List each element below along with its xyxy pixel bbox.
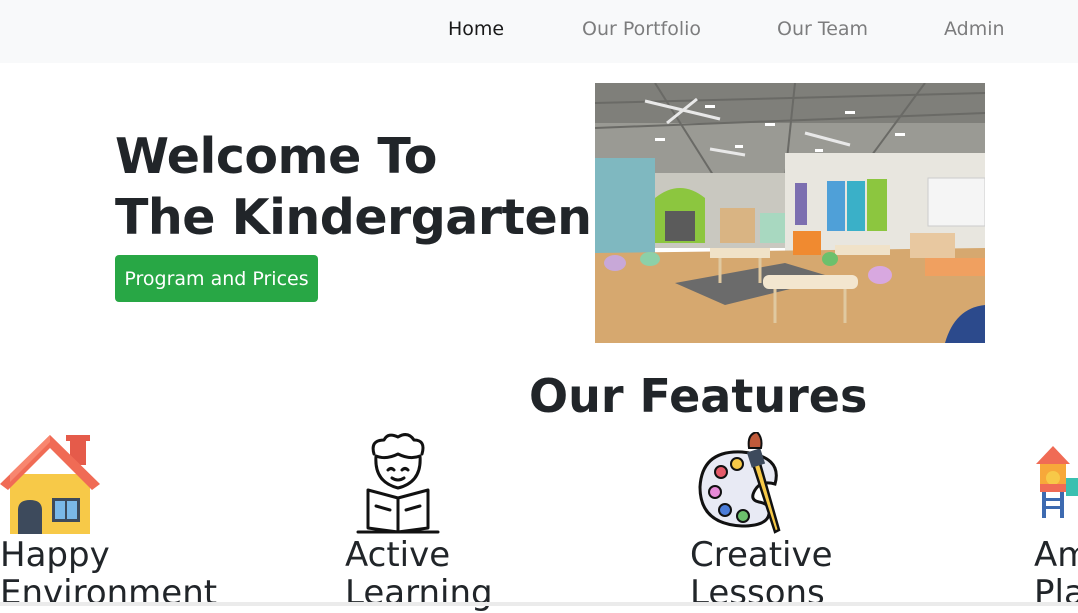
paint-palette-icon	[698, 432, 781, 534]
horizontal-scrollbar[interactable]	[0, 602, 1078, 606]
nav-home-link[interactable]: Home	[448, 17, 504, 41]
reading-child-icon	[356, 433, 440, 534]
feature-label-line-2: Lessons	[690, 573, 825, 613]
feature-label-line-2: Environment	[0, 573, 218, 613]
hero-title-line-1: Welcome To	[115, 128, 437, 185]
feature-happy-environment: Happy Environment	[0, 432, 217, 612]
nav-team-link[interactable]: Our Team	[777, 17, 868, 41]
nav-admin-link[interactable]: Admin	[944, 17, 1005, 41]
feature-label-line-1: Am	[1034, 535, 1078, 575]
navbar: Home Our Portfolio Our Team Admin	[0, 0, 1078, 63]
house-icon	[0, 435, 100, 534]
feature-label-line-1: Active	[345, 535, 451, 575]
hero-title-line-2: The Kindergarten!	[115, 189, 614, 246]
feature-label-line-2: Learning	[345, 573, 493, 613]
classroom-photo	[595, 83, 985, 343]
feature-creative-lessons: Creative Lessons	[690, 432, 833, 612]
playground-icon	[1036, 446, 1078, 518]
feature-label-line-1: Happy	[0, 535, 110, 575]
features-title: Our Features	[529, 369, 868, 423]
feature-active-learning: Active Learning	[345, 432, 493, 612]
feature-playground: Am Pla	[1034, 432, 1078, 612]
hero-title: Welcome To The Kindergarten!	[115, 126, 614, 248]
program-and-prices-button[interactable]: Program and Prices	[115, 255, 318, 302]
feature-label-line-2: Pla	[1034, 573, 1078, 613]
feature-label-line-1: Creative	[690, 535, 833, 575]
nav-portfolio-link[interactable]: Our Portfolio	[582, 17, 701, 41]
